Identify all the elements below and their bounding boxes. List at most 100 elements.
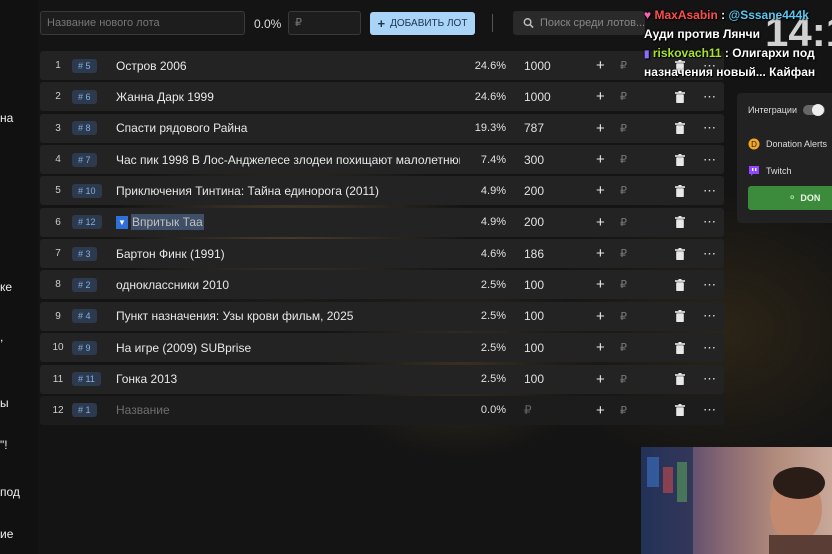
lot-amount[interactable]: 186 — [524, 239, 574, 268]
add-amount-button[interactable]: + — [596, 145, 608, 174]
add-amount-button[interactable]: + — [596, 239, 608, 268]
trash-icon[interactable] — [675, 145, 687, 174]
chat-text: Ауди против Лянчи — [644, 27, 760, 41]
currency-input[interactable]: ₽ — [620, 365, 630, 394]
more-options-icon[interactable]: ⋯ — [703, 302, 717, 331]
lot-title[interactable]: На игре (2009) SUBprise — [116, 341, 251, 355]
lot-row[interactable]: 12 # 1 Название 0.0% ₽ + ₽ ⋯ — [40, 395, 724, 425]
add-amount-button[interactable]: + — [596, 176, 608, 205]
search-input[interactable] — [534, 17, 645, 29]
currency-input[interactable]: ₽ — [620, 176, 630, 205]
currency-input[interactable]: ₽ — [620, 145, 630, 174]
lot-title[interactable]: Жанна Дарк 1999 — [116, 90, 214, 104]
more-options-icon[interactable]: ⋯ — [703, 114, 717, 143]
currency-input[interactable]: ₽ — [620, 396, 630, 425]
lot-title[interactable]: Приключения Тинтина: Тайна единорога (20… — [116, 184, 379, 198]
lot-row[interactable]: 5 # 10 Приключения Тинтина: Тайна единорог… — [40, 176, 724, 206]
lot-title[interactable]: Остров 2006 — [116, 59, 187, 73]
trash-icon[interactable] — [675, 176, 687, 205]
chat-overlay: ♥ MaxAsabin : @Sssane444k Ауди против Ля… — [642, 0, 832, 92]
lot-amount[interactable]: ₽ — [524, 396, 574, 425]
lot-amount[interactable]: 100 — [524, 333, 574, 362]
lot-row[interactable]: 6 # 12 ▼ Впритык Таа 4.9% 200 + ₽ ⋯ — [40, 207, 724, 237]
lot-percent: 4.6% — [480, 247, 506, 260]
trash-icon[interactable] — [675, 333, 687, 362]
more-options-icon[interactable]: ⋯ — [703, 333, 717, 362]
lot-amount[interactable]: 300 — [524, 145, 574, 174]
lot-title[interactable]: Гонка 2013 — [116, 372, 177, 386]
lot-row[interactable]: 9 # 4 Пункт назначения: Узы крови фильм, 2… — [40, 301, 724, 331]
currency-input[interactable]: ₽ — [620, 208, 630, 237]
lot-amount[interactable]: 1000 — [524, 82, 574, 111]
lot-index: 1 — [55, 60, 61, 71]
left-chat-text: ы — [0, 396, 9, 410]
trash-icon[interactable] — [675, 239, 687, 268]
lot-row[interactable]: 8 # 2 одноклассники 2010 2.5% 100 + ₽ ⋯ — [40, 270, 724, 300]
lot-amount[interactable]: 100 — [524, 302, 574, 331]
trash-icon[interactable] — [675, 208, 687, 237]
integrations-toggle[interactable] — [802, 104, 825, 116]
lot-title[interactable]: Пункт назначения: Узы крови фильм, 2025 — [116, 309, 353, 323]
lot-amount[interactable]: 1000 — [524, 51, 574, 80]
currency-input[interactable]: ₽ — [620, 239, 630, 268]
lot-title[interactable]: Час пик 1998 В Лос-Анджелесе злодеи похи… — [116, 153, 460, 167]
lot-row[interactable]: 10 # 9 На игре (2009) SUBprise 2.5% 100 + ₽ ⋯ — [40, 333, 724, 363]
left-chat-text: , — [0, 330, 4, 344]
lot-title[interactable]: Спасти рядового Райна — [116, 121, 247, 135]
more-options-icon[interactable]: ⋯ — [703, 145, 717, 174]
currency-input[interactable]: ₽ — [620, 82, 630, 111]
trash-icon[interactable] — [675, 114, 687, 143]
add-amount-button[interactable]: + — [596, 302, 608, 331]
integrations-toggle-row[interactable]: Интеграции — [748, 104, 825, 116]
lot-amount[interactable]: 200 — [524, 176, 574, 205]
chat-message: Ауди против Лянчи — [644, 27, 760, 41]
add-amount-button[interactable]: + — [596, 51, 608, 80]
lot-title[interactable]: Название — [116, 403, 170, 417]
add-amount-button[interactable]: + — [596, 365, 608, 394]
new-lot-name-input[interactable] — [40, 11, 245, 35]
lot-row[interactable]: 4 # 7 Час пик 1998 В Лос-Анджелесе злодеи … — [40, 145, 724, 175]
trash-icon[interactable] — [675, 396, 687, 425]
currency-input[interactable]: ₽ — [620, 51, 630, 80]
trash-icon[interactable] — [675, 365, 687, 394]
lot-amount[interactable]: 100 — [524, 365, 574, 394]
currency-input[interactable]: ₽ — [620, 114, 630, 143]
lot-title[interactable]: одноклассники 2010 — [116, 278, 229, 292]
new-lot-amount-input[interactable] — [288, 11, 361, 35]
chat-message: назначения новый... Кайфан — [644, 65, 815, 79]
more-options-icon[interactable]: ⋯ — [703, 365, 717, 394]
add-amount-button[interactable]: + — [596, 396, 608, 425]
lot-row[interactable]: 2 # 6 Жанна Дарк 1999 24.6% 1000 + ₽ ⋯ — [40, 82, 724, 112]
add-amount-button[interactable]: + — [596, 114, 608, 143]
lot-title-input[interactable]: Впритык Таа — [131, 214, 204, 231]
lot-row[interactable]: 7 # 3 Бартон Финк (1991) 4.6% 186 + ₽ ⋯ — [40, 239, 724, 269]
caret-down-icon[interactable]: ▼ — [116, 215, 128, 229]
lot-row[interactable]: 1 # 5 Остров 2006 24.6% 1000 + ₽ ⋯ — [40, 51, 724, 80]
currency-input[interactable]: ₽ — [620, 302, 630, 331]
more-options-icon[interactable]: ⋯ — [703, 239, 717, 268]
donation-alerts-item[interactable]: D Donation Alerts — [748, 138, 827, 150]
lot-amount[interactable]: 100 — [524, 270, 574, 299]
currency-input[interactable]: ₽ — [620, 333, 630, 362]
lot-row[interactable]: 3 # 8 Спасти рядового Райна 19.3% 787 + ₽ ⋯ — [40, 113, 724, 143]
add-amount-button[interactable]: + — [596, 208, 608, 237]
currency-input[interactable]: ₽ — [620, 270, 630, 299]
connect-donation-button[interactable]: ⚬ DON — [748, 186, 832, 210]
trash-icon[interactable] — [675, 270, 687, 299]
more-options-icon[interactable]: ⋯ — [703, 270, 717, 299]
lot-row[interactable]: 11 # 11 Гонка 2013 2.5% 100 + ₽ ⋯ — [40, 364, 724, 394]
more-options-icon[interactable]: ⋯ — [703, 176, 717, 205]
add-lot-button[interactable]: + ДОБАВИТЬ ЛОТ — [370, 12, 475, 35]
twitch-item[interactable]: Twitch — [748, 165, 792, 177]
add-amount-button[interactable]: + — [596, 270, 608, 299]
add-amount-button[interactable]: + — [596, 333, 608, 362]
add-amount-button[interactable]: + — [596, 82, 608, 111]
search-box[interactable] — [513, 11, 645, 35]
lot-title[interactable]: Бартон Финк (1991) — [116, 247, 225, 261]
lot-amount[interactable]: 787 — [524, 114, 574, 143]
trash-icon[interactable] — [675, 302, 687, 331]
more-options-icon[interactable]: ⋯ — [703, 396, 717, 425]
lot-amount[interactable]: 200 — [524, 208, 574, 237]
link-icon: ⚬ — [788, 192, 797, 204]
more-options-icon[interactable]: ⋯ — [703, 208, 717, 237]
